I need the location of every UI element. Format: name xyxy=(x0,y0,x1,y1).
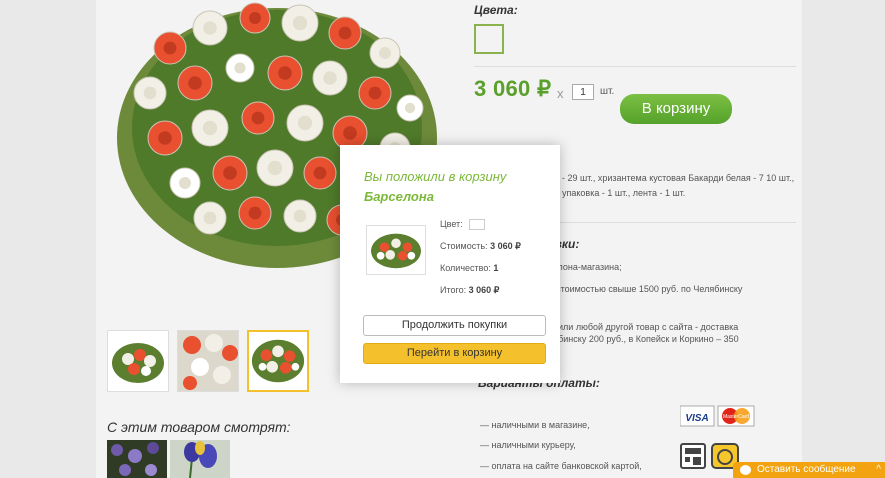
flower-center xyxy=(293,209,307,223)
leave-message-chat-button[interactable]: Оставить сообщение ^ xyxy=(733,462,885,478)
divider xyxy=(474,66,796,67)
continue-shopping-button[interactable]: Продолжить покупки xyxy=(363,315,546,336)
flower-center xyxy=(251,111,265,125)
flower-center xyxy=(278,66,292,80)
popup-color-label: Цвет: xyxy=(440,219,463,229)
popup-color-row: Цвет: xyxy=(440,219,486,231)
flower-center xyxy=(203,21,217,35)
payment-item-3: — оплата на сайте банковской картой, xyxy=(480,461,642,471)
flower-center xyxy=(323,71,337,85)
flower-center xyxy=(267,160,283,176)
product-thumb-3[interactable] xyxy=(247,330,309,392)
popup-qty-row: Количество: 1 xyxy=(440,263,498,273)
flower-center xyxy=(297,115,313,131)
popup-title-text: Вы положили в корзину xyxy=(364,169,507,184)
popup-cost-label: Стоимость: xyxy=(440,241,488,251)
flower-center xyxy=(368,86,382,100)
flower-center xyxy=(338,26,352,40)
quantity-unit: шт. xyxy=(600,86,615,97)
delivery-line-4: лябинску 200 руб., в Копейск и Коркино –… xyxy=(548,334,739,344)
flower-center xyxy=(202,120,218,136)
colors-label: Цвета: xyxy=(474,3,518,17)
card-logos-icon: VISA MasterCard xyxy=(680,405,755,427)
add-to-cart-button[interactable]: В корзину xyxy=(620,94,732,124)
flower-center xyxy=(248,206,262,220)
chevron-up-icon: ^ xyxy=(876,464,881,475)
mastercard-logo-text: MasterCard xyxy=(723,414,749,420)
popup-total-row: Итого: 3 060 ₽ xyxy=(440,285,499,296)
flower-center xyxy=(343,126,357,140)
flower-center xyxy=(313,166,327,180)
times-sign: x xyxy=(557,86,564,101)
delivery-line-2-text: стоимостью свыше 1500 руб. по Челябинску xyxy=(556,284,743,294)
purple-flowers-image xyxy=(107,440,167,478)
flower-center xyxy=(292,15,308,31)
delivery-line-3: р. или любой другой товар с сайта - дост… xyxy=(548,322,739,332)
flower-center xyxy=(188,76,202,90)
popup-cost-value: 3 060 ₽ xyxy=(490,241,521,251)
product-thumb-1[interactable] xyxy=(107,330,169,392)
popup-cost-row: Стоимость: 3 060 ₽ xyxy=(440,241,521,252)
popup-total-value: 3 060 ₽ xyxy=(468,285,500,295)
iris-flowers-image xyxy=(170,440,230,478)
chat-bubble-icon xyxy=(740,465,751,475)
visa-logo-text: VISA xyxy=(685,413,708,424)
color-swatch-option[interactable] xyxy=(474,24,504,54)
quantity-input[interactable] xyxy=(572,84,594,100)
popup-color-swatch xyxy=(469,219,486,231)
flower-center xyxy=(379,47,391,59)
chat-label: Оставить сообщение xyxy=(757,464,856,475)
flower-center xyxy=(203,211,217,225)
payment-item-2: — наличными курьеру, xyxy=(480,440,576,450)
also-viewed-item-1[interactable] xyxy=(107,440,167,478)
popup-product-name: Барселона xyxy=(364,189,434,204)
added-to-cart-popup: Вы положили в корзину Барселона Цвет: Ст… xyxy=(340,145,560,383)
flower-center xyxy=(158,131,172,145)
bouquet-thumb-image xyxy=(251,339,305,383)
flower-center xyxy=(404,102,416,114)
flower-center xyxy=(223,166,237,180)
flower-center xyxy=(234,62,246,74)
flower-center xyxy=(249,12,261,24)
also-viewed-item-2[interactable] xyxy=(170,440,230,478)
go-to-cart-button[interactable]: Перейти в корзину xyxy=(363,343,546,364)
also-viewed-title: С этим товаром смотрят: xyxy=(107,419,291,435)
product-page: С этим товаром смотрят: Цвета: 3 060 ₽ x… xyxy=(0,0,885,478)
product-price: 3 060 ₽ xyxy=(474,76,552,101)
flower-center xyxy=(179,177,191,189)
bouquet-thumb-image xyxy=(371,233,421,269)
popup-total-label: Итого: xyxy=(440,285,467,295)
payment-item-1: — наличными в магазине, xyxy=(480,420,590,430)
bouquet-thumb-image xyxy=(178,331,238,391)
popup-qty-label: Количество: xyxy=(440,263,491,273)
popup-title: Вы положили в корзину Барселона xyxy=(364,167,544,207)
popup-qty-value: 1 xyxy=(493,263,499,273)
product-thumb-2[interactable] xyxy=(177,330,239,392)
popup-product-image xyxy=(366,225,426,275)
flower-center xyxy=(143,86,157,100)
flower-center xyxy=(163,41,177,55)
delivery-line-2: в стоимостью свыше 1500 руб. по Челябинс… xyxy=(548,284,742,294)
bouquet-thumb-image xyxy=(112,343,164,383)
product-composition: - 29 шт., хризантема кустовая Бакарди бе… xyxy=(562,173,795,198)
